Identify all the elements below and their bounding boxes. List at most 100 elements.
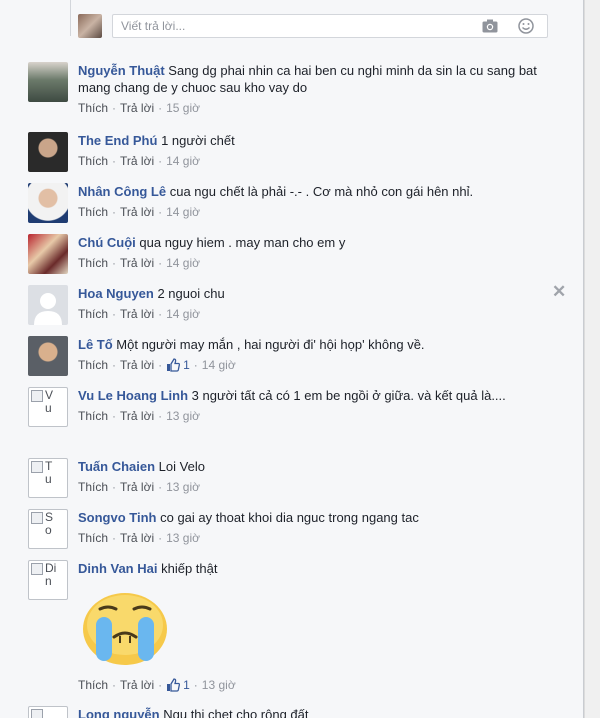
timestamp[interactable]: 14 giờ [166, 204, 200, 220]
like-count[interactable]: 1 [166, 357, 190, 373]
avatar[interactable] [28, 706, 68, 718]
like-link[interactable]: Thích [78, 255, 108, 271]
crying-face-icon [83, 593, 167, 665]
separator: · [112, 101, 117, 115]
avatar[interactable]: S o [28, 509, 68, 549]
separator: · [112, 678, 117, 692]
timestamp[interactable]: 14 giờ [166, 255, 200, 271]
separator: · [112, 205, 117, 219]
close-icon[interactable]: ✕ [552, 282, 566, 302]
silhouette-icon [34, 293, 62, 325]
separator: · [112, 307, 117, 321]
separator: · [158, 205, 163, 219]
reply-link[interactable]: Trả lời [120, 677, 154, 693]
reply-composer [78, 14, 548, 38]
avatar[interactable]: T u [28, 458, 68, 498]
timestamp[interactable]: 13 giờ [166, 479, 200, 495]
separator: · [112, 531, 117, 545]
timestamp[interactable]: 14 giờ [202, 357, 236, 373]
comment-text: Loi Velo [158, 459, 205, 474]
separator: · [193, 358, 198, 372]
avatar[interactable]: V u [28, 387, 68, 427]
comment-text: Một người may mắn , hai người đi' hội họ… [116, 337, 425, 352]
separator: · [158, 678, 163, 692]
comment-text: 1 người chết [161, 133, 235, 148]
comment-author[interactable]: Dinh Van Hai [78, 561, 157, 576]
like-link[interactable]: Thích [78, 153, 108, 169]
broken-image-icon [31, 512, 43, 524]
separator: · [158, 154, 163, 168]
avatar[interactable]: Di n [28, 560, 68, 600]
avatar-alt-text: T u [45, 459, 53, 486]
scrollbar[interactable] [584, 0, 600, 718]
separator: · [158, 358, 163, 372]
comment-author[interactable]: Songvo Tinh [78, 510, 156, 525]
separator: · [112, 409, 117, 423]
timestamp[interactable]: 15 giờ [166, 100, 200, 116]
avatar[interactable] [28, 336, 68, 376]
comment-author[interactable]: Vu Le Hoang Linh [78, 388, 188, 403]
separator: · [112, 358, 117, 372]
reply-link[interactable]: Trả lời [120, 153, 154, 169]
avatar [78, 14, 102, 38]
comment-author[interactable]: Tuấn Chaien [78, 459, 155, 474]
timestamp[interactable]: 14 giờ [166, 153, 200, 169]
reply-link[interactable]: Trả lời [120, 255, 154, 271]
avatar[interactable] [28, 132, 68, 172]
comment-text: qua nguy hiem . may man cho em y [139, 235, 346, 250]
separator: · [158, 256, 163, 270]
avatar[interactable] [28, 62, 68, 102]
broken-image-icon [31, 461, 43, 473]
comment-author[interactable]: Long nguyễn [78, 707, 160, 718]
separator: · [158, 101, 163, 115]
timestamp[interactable]: 13 giờ [166, 530, 200, 546]
comment-author[interactable]: Chú Cuội [78, 235, 136, 250]
reply-link[interactable]: Trả lời [120, 479, 154, 495]
separator: · [158, 307, 163, 321]
broken-image-icon [31, 390, 43, 402]
timestamp[interactable]: 14 giờ [166, 306, 200, 322]
like-number: 1 [183, 678, 190, 692]
thumbs-up-icon [167, 358, 181, 372]
reply-thread-line [70, 0, 74, 36]
emoji-icon[interactable] [518, 18, 534, 34]
avatar-alt-text: Di n [45, 561, 57, 588]
crying-sticker[interactable] [80, 587, 170, 667]
reply-link[interactable]: Trả lời [120, 530, 154, 546]
like-link[interactable]: Thích [78, 408, 108, 424]
timestamp[interactable]: 13 giờ [202, 677, 236, 693]
like-link[interactable]: Thích [78, 530, 108, 546]
reply-link[interactable]: Trả lời [120, 100, 154, 116]
comment-text: Ngu thi chet cho rộng đất [163, 707, 309, 718]
default-avatar[interactable] [28, 285, 68, 325]
reply-link[interactable]: Trả lời [120, 408, 154, 424]
camera-icon[interactable] [482, 19, 498, 33]
separator: · [158, 531, 163, 545]
comment-text: co gai ay thoat khoi dia nguc trong ngan… [160, 510, 419, 525]
like-number: 1 [183, 358, 190, 372]
comment-author[interactable]: Nhân Công Lê [78, 184, 166, 199]
like-link[interactable]: Thích [78, 100, 108, 116]
reply-link[interactable]: Trả lời [120, 306, 154, 322]
broken-image-icon [31, 563, 43, 575]
separator: · [193, 678, 198, 692]
comment-author[interactable]: The End Phú [78, 133, 157, 148]
comment-author[interactable]: Nguyễn Thuật [78, 63, 165, 78]
like-link[interactable]: Thích [78, 357, 108, 373]
like-link[interactable]: Thích [78, 204, 108, 220]
comment-panel: Nguyễn Thuật Sang dg phai nhin ca hai be… [0, 0, 584, 718]
comment-author[interactable]: Lê Tố [78, 337, 113, 352]
timestamp[interactable]: 13 giờ [166, 408, 200, 424]
comment-text: cua ngu chết là phải -.- . Cơ mà nhỏ con… [169, 184, 474, 199]
avatar[interactable] [28, 234, 68, 274]
like-link[interactable]: Thích [78, 479, 108, 495]
reply-link[interactable]: Trả lời [120, 357, 154, 373]
separator: · [158, 409, 163, 423]
avatar[interactable] [28, 183, 68, 223]
reply-link[interactable]: Trả lời [120, 204, 154, 220]
like-count[interactable]: 1 [166, 677, 190, 693]
like-link[interactable]: Thích [78, 306, 108, 322]
like-link[interactable]: Thích [78, 677, 108, 693]
comment-text: khiếp thật [161, 561, 218, 576]
comment-author[interactable]: Hoa Nguyen [78, 286, 154, 301]
